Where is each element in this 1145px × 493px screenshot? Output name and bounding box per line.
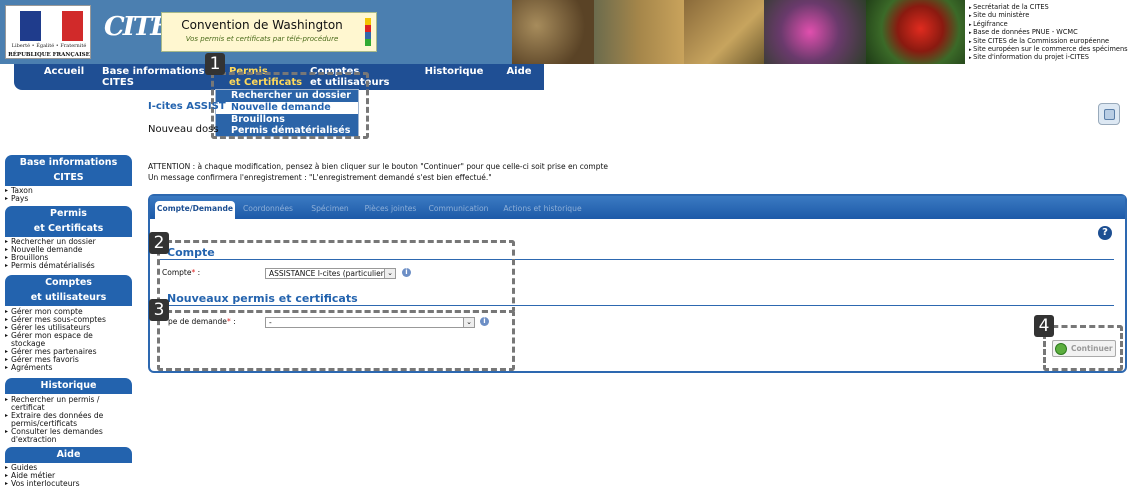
sidebar-head-historique: Historique [5,378,132,394]
color-squares-icon [365,18,371,46]
tab-actions-historique[interactable]: Actions et historique [495,201,590,219]
sidebar-head-comptes: Comptes [5,275,132,291]
print-icon[interactable] [1098,103,1120,125]
tab-pieces-jointes[interactable]: Pièces jointes [358,201,423,219]
republic-label: RÉPUBLIQUE FRANÇAISE [8,52,90,58]
sidebar-item-agrements[interactable]: Agréments [5,364,135,373]
flag-icon [20,11,83,41]
tab-bar: Compte/Demande Coordonnées Spécimen Pièc… [150,196,1125,219]
nav-base-line1: Base informations [102,66,205,77]
sidebar-aide-list: Guides Aide métier Vos interlocuteurs [5,464,135,489]
highlight-box-1 [211,72,369,139]
sidebar-head-permis-2: et Certificats [5,221,132,237]
sidebar-head-base-2: CITES [5,170,132,186]
page-title: I-cites ASSIST [148,101,226,112]
nav-base-line2: CITES [102,77,134,88]
badge-2: 2 [149,232,169,254]
republique-francaise-logo: Liberté • Égalité • Fraternité RÉPUBLIQU… [5,5,91,59]
sidebar-head-base: Base informations [5,155,132,171]
cites-logo: CITES [104,12,187,52]
sidebar-item-consulter[interactable]: Consulter les demandes d'extraction [5,428,117,444]
lion-photo-2 [684,0,764,64]
sidebar-item-stockage[interactable]: Gérer mon espace de stockage [5,332,110,348]
tab-communication[interactable]: Communication [426,201,491,219]
highlight-box-3 [157,310,515,371]
help-icon[interactable]: ? [1098,226,1112,240]
sidebar-item-pays[interactable]: Pays [5,195,135,204]
highlight-box-4 [1043,325,1123,371]
convention-subtitle: Vos permis et certificats par télé-procé… [185,35,339,43]
sidebar-item-rechercher-permis[interactable]: Rechercher un permis / certificat [5,396,115,412]
badge-4: 4 [1034,315,1054,337]
convention-box: Convention de Washington Vos permis et c… [161,12,377,52]
page: { "header": { "motto": "Liberté • Égalit… [0,0,1145,493]
sidebar-head-comptes-2: et utilisateurs [5,290,132,306]
sidebar-permis-list: Rechercher un dossier Nouvelle demande B… [5,238,135,271]
sidebar-item-interlocuteurs[interactable]: Vos interlocuteurs [5,480,135,489]
sidebar-item-dematerialises[interactable]: Permis dématérialisés [5,262,135,271]
nav-accueil[interactable]: Accueil [34,66,94,77]
motto: Liberté • Égalité • Fraternité [11,43,87,49]
site-links: Secrétariat de la CITES Site du ministèr… [969,3,1145,63]
cactus-flower-photo [764,0,866,64]
print-icon-inner [1104,109,1115,120]
attention-text: ATTENTION : à chaque modification, pense… [148,162,609,171]
sidebar-historique-list: Rechercher un permis / certificat Extrai… [5,396,135,444]
tab-compte-demande[interactable]: Compte/Demande [155,201,235,219]
badge-3: 3 [149,299,169,321]
confirmation-text: Un message confirmera l'enregistrement :… [148,173,492,182]
highlight-box-2 [157,240,515,313]
convention-title: Convention de Washington [181,18,343,32]
sidebar-item-extraire[interactable]: Extraire des données de permis/certifica… [5,412,117,428]
tab-specimen[interactable]: Spécimen [305,201,355,219]
page-subtitle: Nouveau doss [148,124,219,135]
tortoise-photo [512,0,594,64]
parrot-photo [866,0,965,64]
nav-base-informations[interactable]: Base informations CITES [102,66,217,88]
link-icites[interactable]: Site d'information du projet i-CITES [969,54,1145,62]
tab-coordonnees[interactable]: Coordonnées [238,201,298,219]
nav-aide[interactable]: Aide [499,66,539,77]
badge-1: 1 [205,53,225,75]
nav-historique[interactable]: Historique [419,66,489,77]
lion-photo [594,0,684,64]
sidebar-base-list: Taxon Pays [5,187,135,204]
sidebar-head-permis: Permis [5,206,132,222]
sidebar-comptes-list: Gérer mon compte Gérer mes sous-comptes … [5,308,135,373]
sidebar-head-aide: Aide [5,447,132,463]
